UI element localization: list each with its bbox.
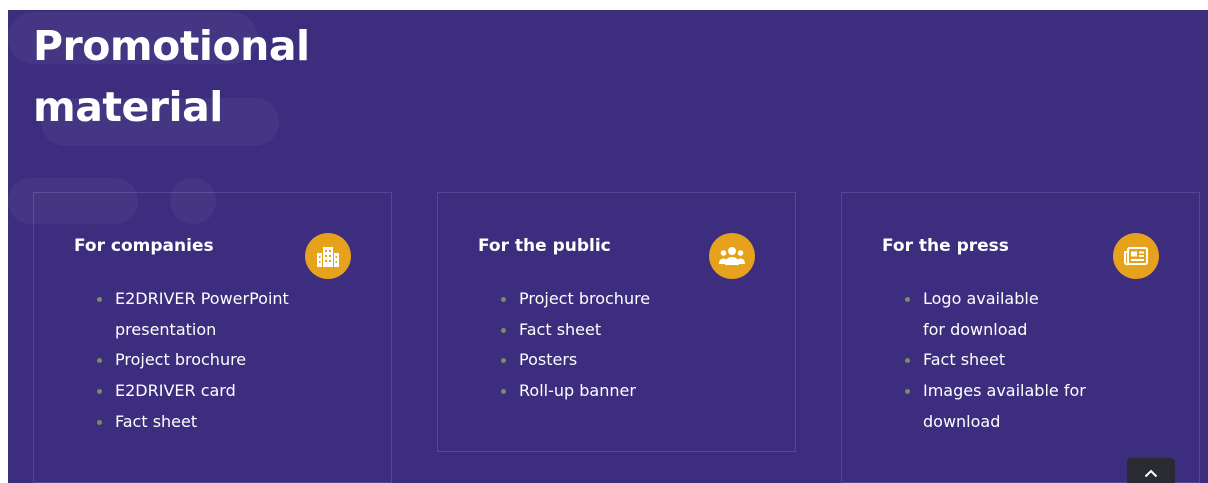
- page-title-line-2: material: [33, 83, 223, 131]
- card-for-the-press: For the press Logo available for downloa…: [841, 192, 1200, 483]
- card-title: For the public: [478, 236, 611, 256]
- back-to-top-button[interactable]: [1127, 458, 1175, 483]
- list-item: Logo available: [904, 284, 1086, 315]
- list-item: Posters: [500, 345, 650, 376]
- group-icon: [709, 233, 755, 279]
- page-title: Promotional material: [33, 16, 310, 138]
- card-list: E2DRIVER PowerPoint presentation Project…: [96, 284, 289, 438]
- page-title-line-1: Promotional: [33, 22, 310, 70]
- card-list: Project brochure Fact sheet Posters Roll…: [500, 284, 650, 407]
- list-item-continuation: download: [923, 411, 1001, 431]
- list-item: Images available for: [904, 376, 1086, 407]
- newspaper-icon: [1113, 233, 1159, 279]
- card-title: For the press: [882, 236, 1009, 256]
- list-item: E2DRIVER PowerPoint: [96, 284, 289, 315]
- list-item: E2DRIVER card: [96, 376, 289, 407]
- list-item-continuation: for download: [923, 319, 1028, 339]
- list-item-continuation: presentation: [115, 319, 217, 339]
- building-icon: [305, 233, 351, 279]
- promo-section: Promotional material For companies E2DRI…: [8, 10, 1208, 483]
- list-item: Fact sheet: [904, 345, 1086, 376]
- card-for-companies: For companies E2DRIVER PowerPoint presen…: [33, 192, 392, 483]
- card-title: For companies: [74, 236, 214, 256]
- list-item: Fact sheet: [500, 315, 650, 346]
- chevron-up-icon: [1144, 469, 1158, 477]
- list-item: Fact sheet: [96, 407, 289, 438]
- card-list: Logo available for download Fact sheet I…: [904, 284, 1086, 438]
- card-for-the-public: For the public Project brochure Fact she…: [437, 192, 796, 452]
- list-item: Project brochure: [96, 345, 289, 376]
- list-item: Project brochure: [500, 284, 650, 315]
- list-item: Roll-up banner: [500, 376, 650, 407]
